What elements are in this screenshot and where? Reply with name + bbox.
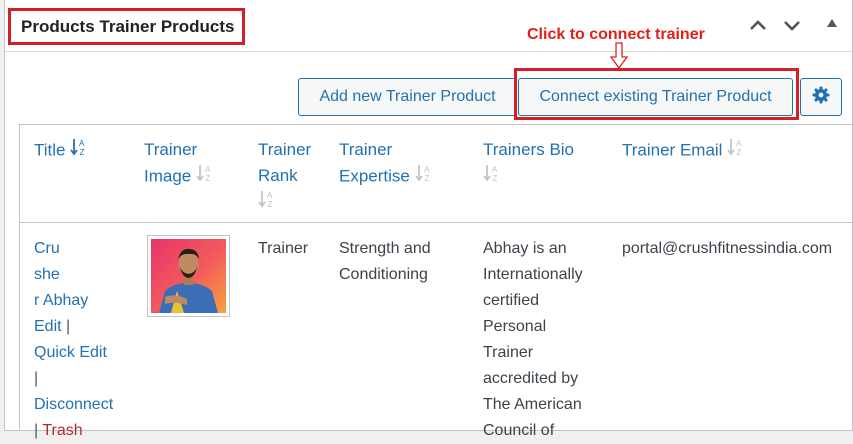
action-separator: |	[66, 318, 71, 335]
svg-text:A: A	[424, 165, 430, 174]
svg-text:A: A	[736, 139, 742, 148]
trainer-products-table: Title A Z Trainer Image A Z Trainer Rank…	[19, 124, 853, 439]
svg-text:A: A	[492, 165, 498, 174]
quick-edit-link[interactable]: Quick Edit	[34, 344, 107, 361]
sort-icon: A Z	[414, 163, 435, 191]
column-trainer-rank[interactable]: Trainer Rank A Z	[258, 137, 311, 217]
row-trainer-expertise: Strength and Conditioning	[339, 240, 431, 283]
svg-text:Z: Z	[205, 174, 210, 183]
sort-icon: A Z	[483, 163, 503, 191]
column-trainer-image[interactable]: Trainer Image A Z	[144, 137, 216, 191]
column-title[interactable]: Title A Z	[34, 137, 90, 165]
svg-text:Z: Z	[737, 148, 742, 157]
sort-icon: A Z	[727, 137, 747, 165]
sort-icon: A Z	[258, 189, 278, 217]
column-trainers-bio[interactable]: Trainers Bio A Z	[483, 137, 574, 191]
metabox-title-highlight: Products Trainer Products	[8, 8, 245, 45]
chevron-down-icon[interactable]	[781, 14, 803, 41]
svg-text:A: A	[205, 165, 211, 174]
sort-asc-icon: A Z	[70, 137, 90, 165]
add-new-trainer-product-button[interactable]: Add new Trainer Product	[298, 78, 517, 116]
svg-text:A: A	[79, 139, 85, 148]
svg-text:A: A	[267, 191, 273, 200]
table-header: Title A Z Trainer Image A Z Trainer Rank…	[20, 125, 853, 223]
sort-icon: A Z	[196, 163, 216, 191]
settings-button[interactable]	[800, 78, 842, 116]
trainer-photo	[151, 239, 226, 313]
chevron-up-icon[interactable]	[747, 14, 769, 41]
row-title-cell: Cru she r Abhay Edit | Quick Edit | Disc…	[34, 236, 134, 444]
triangle-up-icon[interactable]	[825, 16, 839, 35]
metabox-title: Products Trainer Products	[21, 16, 235, 36]
metabox-header: Products Trainer Products	[5, 0, 852, 52]
disconnect-link[interactable]: Disconnect	[34, 396, 113, 413]
action-separator: |	[34, 370, 39, 387]
column-trainer-email[interactable]: Trainer Email A Z	[622, 137, 747, 165]
row-trainer-rank: Trainer	[258, 240, 309, 257]
edit-link[interactable]: Edit	[34, 318, 62, 335]
row-trainer-email: portal@crushfitnessindia.com	[622, 240, 833, 257]
row-trainers-bio: Abhay is an Internationally certified Pe…	[483, 240, 583, 439]
svg-text:Z: Z	[268, 200, 273, 209]
trainer-image-thumbnail[interactable]	[147, 235, 230, 317]
svg-text:Z: Z	[80, 148, 85, 157]
svg-text:Z: Z	[424, 174, 429, 183]
trainer-products-metabox: Products Trainer Products Click to conne…	[4, 0, 853, 439]
gear-icon	[812, 86, 830, 109]
row-title-link[interactable]: Cru she r Abhay	[34, 240, 88, 309]
connect-existing-trainer-product-button[interactable]: Connect existing Trainer Product	[518, 78, 793, 116]
column-trainer-expertise[interactable]: Trainer Expertise A Z	[339, 137, 435, 191]
svg-text:Z: Z	[493, 174, 498, 183]
